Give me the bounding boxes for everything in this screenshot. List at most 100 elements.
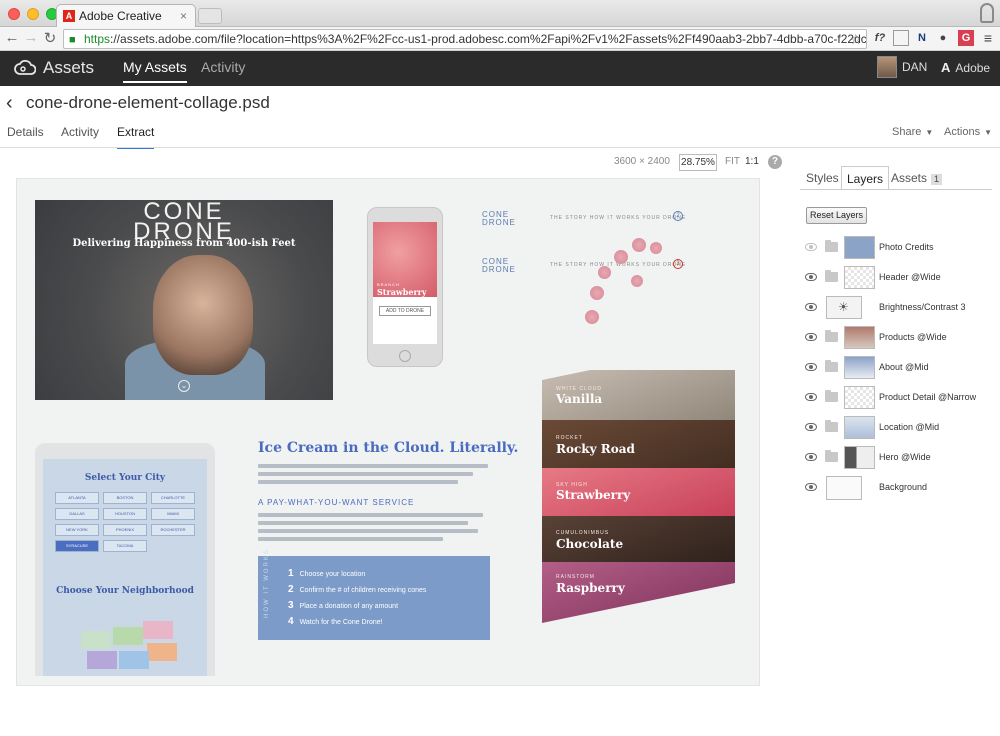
layer-row[interactable]: Background <box>804 476 994 502</box>
folder-icon[interactable] <box>825 390 838 402</box>
layer-row[interactable]: ☀ Brightness/Contrast 3 <box>804 296 994 322</box>
neighborhood-tile <box>119 651 149 669</box>
layer-name: Products @Wide <box>879 332 947 342</box>
share-menu[interactable]: Share ▼ <box>892 126 933 138</box>
layer-row[interactable]: About @Mid <box>804 356 994 382</box>
step-text: Choose your location <box>299 571 366 578</box>
nav-activity[interactable]: Activity <box>201 59 245 81</box>
panel-tab-styles[interactable]: Styles <box>801 166 844 190</box>
flavor-small-label: RAINSTORM <box>556 574 595 580</box>
layer-name: Background <box>879 482 928 492</box>
neighborhood-tile <box>81 631 111 649</box>
nav-badge-2: 3 <box>673 259 683 269</box>
adobe-link[interactable]: A Adobe <box>941 60 990 75</box>
panel-tab-layers[interactable]: Layers <box>841 166 890 190</box>
flavor-name: Rocky Road <box>556 442 635 456</box>
tablet-mockup[interactable]: Select Your City ATLANTA BOSTON CHARLOTT… <box>35 443 215 676</box>
city-button: MIAMI <box>151 508 195 520</box>
panel-divider <box>800 189 992 190</box>
close-window-button[interactable] <box>8 8 20 20</box>
phone-mockup[interactable]: BRANCH Strawberry ADD TO DRONE <box>367 207 443 367</box>
layer-row[interactable]: Photo Credits <box>804 236 994 262</box>
hero-tagline: Delivering Happiness from 400-ish Feet <box>72 238 296 249</box>
scroll-down-icon: ⌄ <box>178 380 190 392</box>
visibility-eye-icon[interactable] <box>805 483 817 491</box>
flavor-name: Raspberry <box>556 581 625 595</box>
layer-thumbnail <box>826 476 862 500</box>
panel-tab-assets[interactable]: Assets 1 <box>886 166 947 190</box>
url-scheme: https <box>84 32 111 46</box>
folder-icon[interactable] <box>825 360 838 372</box>
layer-row[interactable]: Header @Wide <box>804 266 994 292</box>
extension-f-icon[interactable]: f? <box>872 30 888 46</box>
user-name[interactable]: DAN <box>902 60 927 74</box>
tab-details[interactable]: Details <box>7 125 44 147</box>
folder-icon[interactable] <box>825 240 838 252</box>
city-button: CHARLOTTE <box>151 492 195 504</box>
layer-row[interactable]: Location @Mid <box>804 416 994 442</box>
reload-icon[interactable]: ↻ <box>42 29 58 47</box>
actual-size-button[interactable]: 1:1 <box>745 156 759 167</box>
city-button: BOSTON <box>103 492 147 504</box>
visibility-eye-icon[interactable] <box>805 303 817 311</box>
profile-icon[interactable] <box>980 3 994 23</box>
extension-grid-icon[interactable] <box>893 30 909 46</box>
nav-logo-line2: DRONE <box>482 265 516 274</box>
reset-layers-button[interactable]: Reset Layers <box>806 207 867 224</box>
forward-arrow-icon[interactable]: → <box>23 29 39 46</box>
tab-extract[interactable]: Extract <box>117 125 155 149</box>
back-chevron-icon[interactable]: ‹ <box>6 92 13 115</box>
minimize-window-button[interactable] <box>27 8 39 20</box>
folder-icon[interactable] <box>825 420 838 432</box>
folder-icon[interactable] <box>825 330 838 342</box>
tablet-screen: Select Your City ATLANTA BOSTON CHARLOTT… <box>43 459 207 676</box>
nav-my-assets[interactable]: My Assets <box>123 59 187 83</box>
city-button: DALLAS <box>55 508 99 520</box>
flavors-artboard[interactable]: WHITE CLOUD Vanilla ROCKET Rocky Road SK… <box>542 340 735 623</box>
layer-thumbnail <box>844 326 875 349</box>
help-icon[interactable]: ? <box>768 155 782 169</box>
fit-button[interactable]: FIT <box>725 156 740 167</box>
back-arrow-icon[interactable]: ← <box>4 29 20 46</box>
bookmark-star-icon[interactable]: ☆ <box>849 30 862 48</box>
about-article[interactable]: Ice Cream in the Cloud. Literally. A PAY… <box>258 440 518 541</box>
folder-icon[interactable] <box>825 450 838 462</box>
close-tab-icon[interactable]: × <box>180 5 187 27</box>
extension-pin-icon[interactable]: ● <box>935 30 951 46</box>
layer-thumbnail <box>844 386 875 409</box>
city-button: NEW YORK <box>55 524 99 536</box>
visibility-eye-icon[interactable] <box>805 333 817 341</box>
flavor-name: Chocolate <box>556 537 624 551</box>
actions-menu[interactable]: Actions ▼ <box>944 126 992 138</box>
adobe-logo-icon: A <box>941 60 951 75</box>
visibility-eye-icon[interactable] <box>805 273 817 281</box>
layer-row[interactable]: Product Detail @Narrow <box>804 386 994 412</box>
step-item: 2 Confirm the # of children receiving con… <box>288 584 427 595</box>
layer-row[interactable]: Hero @Wide <box>804 446 994 472</box>
browser-tab[interactable]: A Adobe Creative Cloud × <box>56 4 196 45</box>
tab-activity[interactable]: Activity <box>61 125 99 147</box>
new-tab-button[interactable] <box>198 8 222 24</box>
extension-g-icon[interactable]: G <box>958 30 974 46</box>
extension-n-icon[interactable]: N <box>914 30 930 46</box>
url-text: ://assets.adobe.com/file?location=https%… <box>110 32 867 46</box>
address-bar[interactable]: ■ https://assets.adobe.com/file?location… <box>63 29 867 49</box>
how-it-works-box[interactable]: HOW IT WORKS 1 Choose your location 2 Conf… <box>258 548 490 640</box>
visibility-eye-icon[interactable] <box>805 453 817 461</box>
hero-artboard[interactable]: CONE DRONE Delivering Happiness from 400… <box>35 200 333 400</box>
zoom-input[interactable]: 28.75% <box>679 154 717 171</box>
city-button-selected: SYRACUSE <box>55 540 99 552</box>
folder-icon[interactable] <box>825 270 838 282</box>
nav-badge-1: 2 <box>673 211 683 221</box>
layer-row[interactable]: Products @Wide <box>804 326 994 352</box>
city-button: PHOENIX <box>103 524 147 536</box>
visibility-eye-icon[interactable] <box>805 393 817 401</box>
visibility-eye-icon[interactable] <box>805 243 817 251</box>
visibility-eye-icon[interactable] <box>805 423 817 431</box>
divider <box>0 147 1000 148</box>
header-logo-2: CONE DRONE <box>482 258 516 274</box>
avatar[interactable] <box>877 56 897 78</box>
creative-cloud-icon <box>14 59 36 75</box>
menu-icon[interactable]: ≡ <box>980 30 996 46</box>
visibility-eye-icon[interactable] <box>805 363 817 371</box>
